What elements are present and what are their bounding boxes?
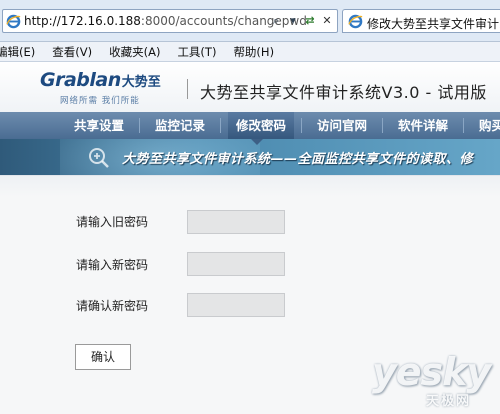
nav-monitor-records[interactable]: 监控记录 — [155, 112, 205, 139]
go-icon[interactable]: ▾ — [286, 13, 300, 29]
nav-change-password[interactable]: 修改密码 — [228, 112, 295, 139]
confirm-password-label: 请确认新密码 — [76, 299, 149, 313]
nav-separator — [220, 118, 221, 133]
new-password-label: 请输入新密码 — [76, 258, 149, 272]
menu-help[interactable]: 帮助(H) — [233, 44, 274, 60]
nav-separator — [301, 118, 302, 133]
refresh-icon[interactable]: ⇄ — [303, 13, 317, 29]
system-title: 大势至共享文件审计系统V3.0 - 试用版 — [200, 83, 487, 102]
nav-separator — [382, 118, 383, 133]
logo-text: Grablan — [40, 69, 121, 91]
address-url[interactable]: http://172.16.0.188:8000/accounts/change… — [24, 14, 307, 28]
header-divider — [187, 79, 188, 99]
menu-tools[interactable]: 工具(T) — [177, 44, 216, 60]
ie-icon — [348, 14, 363, 29]
nav-share-settings[interactable]: 共享设置 — [74, 112, 124, 139]
watermark-en: yesky — [372, 350, 491, 394]
tab-title: 修改大势至共享文件审计系... — [367, 17, 500, 31]
banner-text: 大势至共享文件审计系统——全面监控共享文件的读取、修 — [122, 152, 474, 167]
menu-view[interactable]: 查看(V) — [52, 44, 92, 60]
search-dropdown-icon[interactable]: ⌕ — [269, 13, 283, 29]
menu-edit[interactable]: 编辑(E) — [0, 44, 35, 60]
active-nav-pointer — [251, 139, 263, 145]
main-nav: 共享设置 监控记录 修改密码 访问官网 软件详解 购买 — [0, 112, 500, 139]
address-bar[interactable]: http://172.16.0.188:8000/accounts/change… — [2, 9, 338, 33]
nav-separator — [463, 118, 464, 133]
browser-tab[interactable]: 修改大势至共享文件审计系... — [342, 9, 500, 33]
old-password-label: 请输入旧密码 — [76, 215, 149, 229]
new-password-field[interactable] — [187, 252, 285, 276]
nav-official-site[interactable]: 访问官网 — [317, 112, 367, 139]
nav-separator — [139, 118, 140, 133]
site-header: Grablan大势至 网络所需 我们所能 大势至共享文件审计系统V3.0 - 试… — [0, 62, 500, 112]
ie-icon — [6, 14, 21, 29]
stop-icon[interactable]: ✕ — [320, 13, 334, 29]
nav-buy[interactable]: 购买 — [479, 112, 500, 139]
logo[interactable]: Grablan大势至 网络所需 我们所能 — [40, 69, 161, 106]
url-host: http://172.16.0.188 — [24, 14, 141, 28]
menu-bar: 编辑(E) 查看(V) 收藏夹(A) 工具(T) 帮助(H) — [0, 42, 500, 62]
confirm-password-field[interactable] — [187, 293, 285, 317]
nav-software-details[interactable]: 软件详解 — [398, 112, 448, 139]
menu-favorites[interactable]: 收藏夹(A) — [109, 44, 160, 60]
zoom-icon — [89, 148, 109, 168]
confirm-button[interactable]: 确认 — [75, 344, 131, 370]
yesky-watermark: yesky 天极网 — [372, 350, 496, 410]
browser-toolbar: http://172.16.0.188:8000/accounts/change… — [0, 0, 500, 42]
old-password-field[interactable] — [187, 210, 285, 234]
watermark-cn: 天极网 — [426, 394, 472, 409]
logo-slogan: 网络所需 我们所能 — [60, 96, 140, 106]
content-header-strip — [0, 175, 500, 197]
banner: 大势至共享文件审计系统——全面监控共享文件的读取、修 — [0, 139, 500, 175]
logo-cn: 大势至 — [121, 75, 161, 90]
